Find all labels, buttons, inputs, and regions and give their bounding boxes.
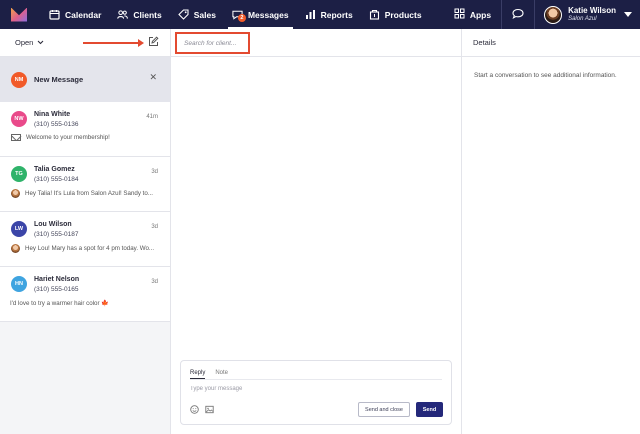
chat-button[interactable] [502,0,534,29]
nav-calendar-label: Calendar [65,9,102,20]
apps-button[interactable]: Apps [444,0,501,29]
conversation-item[interactable]: HN Hariet Nelson (310) 555-0165 3d I'd l… [0,267,170,322]
nav-sales-label: Sales [193,9,216,20]
top-nav: Calendar Clients Sales 2 Messages Report… [0,0,640,29]
status-filter-label: Open [15,38,34,47]
contact-phone: (310) 555-0165 [34,286,79,294]
details-panel: Details Start a conversation to see addi… [461,29,640,434]
tag-icon [177,9,189,20]
tab-reply[interactable]: Reply [190,370,206,379]
contact-name: Hariet Nelson [34,276,80,283]
message-preview: Hey Talia! It's Lula from Salon Azul! Sa… [25,190,153,198]
contact-avatar: NW [11,111,27,127]
message-input[interactable] [190,386,390,398]
caret-down-icon [624,12,632,17]
compose-icon [148,36,159,49]
staff-avatar [11,189,20,199]
message-preview: I'd love to try a warmer hair color 🍁 [10,300,109,308]
new-message-item[interactable]: NM New Message ✕ [0,57,170,102]
nav-sales[interactable]: Sales [170,0,224,29]
message-preview: Welcome to your membership! [26,134,110,142]
client-search-input[interactable] [184,39,248,47]
reports-icon [305,9,316,20]
envelope-icon [11,134,21,142]
nav-products-label: Products [384,9,422,20]
nav-right: Apps Katie Wilson Salon Azul [444,0,640,29]
conversation-time: 3d [151,224,158,230]
message-thread-panel: Reply Note Send and close Send [171,29,461,434]
annotation-arrow [83,39,144,47]
grid-icon [454,8,465,21]
new-message-label: New Message [34,75,84,84]
nav-products[interactable]: Products [361,0,430,29]
contact-avatar: HN [11,276,27,292]
staff-avatar [11,244,20,254]
nav-messages[interactable]: 2 Messages [224,0,297,29]
conversation-item[interactable]: TG Talia Gomez (310) 555-0184 3d Hey Tal… [0,157,170,212]
user-business: Salon Azul [568,15,597,22]
conversation-time: 41m [146,114,158,120]
contact-phone: (310) 555-0184 [34,176,79,184]
nav-reports[interactable]: Reports [297,0,361,29]
tabs-divider [190,379,442,380]
tab-note[interactable]: Note [215,370,228,379]
new-message-avatar: NM [11,71,27,88]
details-title: Details [462,29,640,57]
contact-phone: (310) 555-0187 [34,231,79,239]
nav-clients[interactable]: Clients [109,0,169,29]
contact-name: Nina White [34,111,71,118]
details-empty-text: Start a conversation to see additional i… [474,72,617,79]
nav-messages-label: Messages [247,9,289,20]
user-avatar [544,5,563,24]
nav-calendar[interactable]: Calendar [41,0,109,29]
client-search-box [175,32,250,54]
contact-name: Lou Wilson [34,221,72,228]
brand-logo[interactable] [11,7,27,22]
conversation-item[interactable]: LW Lou Wilson (310) 555-0187 3d Hey Lou!… [0,212,170,267]
composer-tools [190,405,220,414]
chevron-down-icon [37,38,44,47]
conversation-time: 3d [151,169,158,175]
message-composer: Reply Note Send and close Send [180,360,452,425]
contact-phone: (310) 555-0136 [34,121,79,129]
composer-tabs: Reply Note [181,361,451,379]
thread-header [171,29,461,57]
image-icon[interactable] [205,405,214,414]
send-and-close-button[interactable]: Send and close [358,402,410,417]
nav-reports-label: Reports [320,9,353,20]
user-menu[interactable]: Katie Wilson Salon Azul [535,0,640,29]
calendar-icon [49,9,60,20]
contact-avatar: TG [11,166,27,182]
send-button[interactable]: Send [416,402,443,417]
clients-icon [117,9,129,20]
status-filter-dropdown[interactable]: Open [15,38,44,47]
chat-bubble-icon [512,8,524,21]
nav-clients-label: Clients [133,9,162,20]
apps-label: Apps [469,9,492,20]
conversation-time: 3d [151,279,158,285]
user-name: Katie Wilson [568,6,616,16]
message-preview: Hey Lou! Mary has a spot for 4 pm today.… [25,245,155,253]
products-icon [369,9,380,20]
conversation-list-panel: Open NM New Message ✕ NW Nina White (310… [0,29,171,434]
conversation-item[interactable]: NW Nina White (310) 555-0136 41m Welcome… [0,102,170,157]
emoji-icon[interactable] [190,405,199,414]
contact-name: Talia Gomez [34,166,75,173]
compose-button[interactable] [146,36,160,50]
conversation-list-header: Open [0,29,170,57]
contact-avatar: LW [11,221,27,237]
messages-badge: 2 [237,14,246,22]
close-icon[interactable]: ✕ [149,72,157,83]
